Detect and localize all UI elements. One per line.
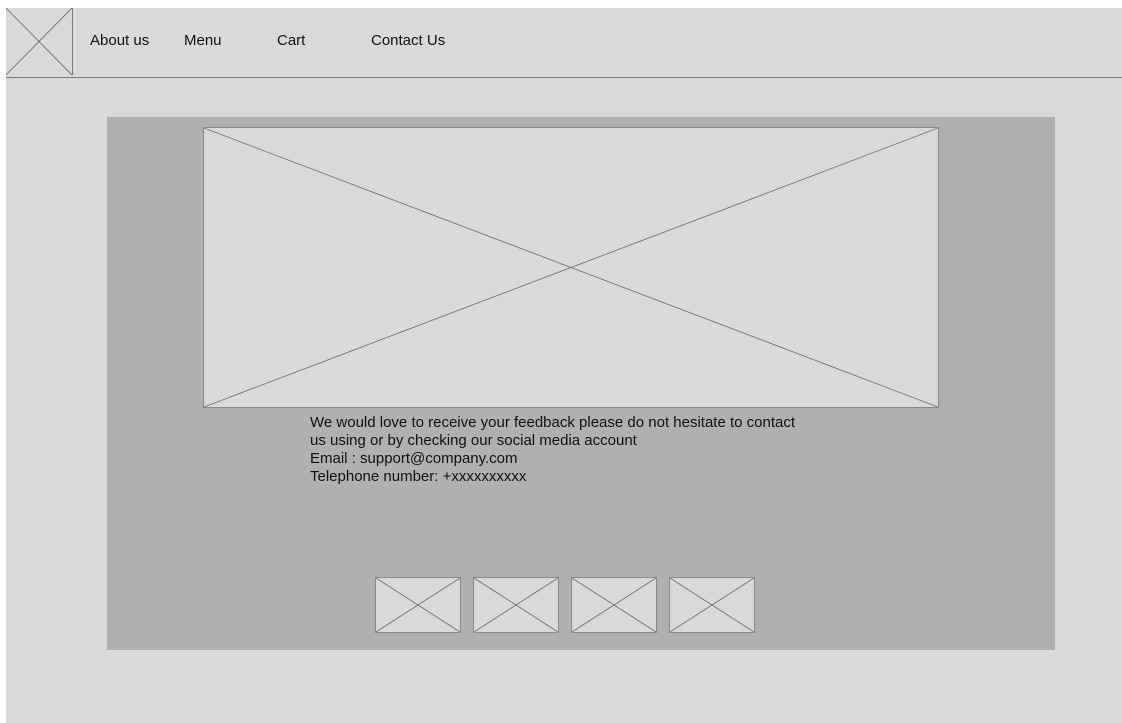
social-media-icon-3[interactable] <box>571 577 657 633</box>
email-text: Email : support@company.com <box>310 450 518 467</box>
feedback-text-line-2: us using or by checking our social media… <box>310 432 637 449</box>
feedback-text-line-1: We would love to receive your feedback p… <box>310 414 796 431</box>
logo-cross-lines <box>6 8 72 75</box>
social-media-icon-2[interactable] <box>473 577 559 633</box>
nav-about-us[interactable]: About us <box>90 32 149 50</box>
social-media-icon-4[interactable] <box>669 577 755 633</box>
nav-contact-us[interactable]: Contact Us <box>371 32 445 50</box>
hero-image-placeholder-icon <box>203 127 939 408</box>
social-media-links <box>375 577 755 633</box>
nav-menu[interactable]: Menu <box>184 32 222 50</box>
social-media-icon-1[interactable] <box>375 577 461 633</box>
social-icon-4-cross-lines <box>670 578 754 632</box>
hero-cross-lines <box>204 128 938 407</box>
page: About us Menu Cart Contact Us We would l… <box>6 8 1122 723</box>
social-icon-2-cross-lines <box>474 578 558 632</box>
header: About us Menu Cart Contact Us <box>6 8 1122 78</box>
contact-info: We would love to receive your feedback p… <box>310 414 870 486</box>
social-icon-3-cross-lines <box>572 578 656 632</box>
contact-panel: We would love to receive your feedback p… <box>107 117 1055 650</box>
social-icon-1-cross-lines <box>376 578 460 632</box>
logo-placeholder-icon[interactable] <box>6 8 73 75</box>
telephone-text: Telephone number: +xxxxxxxxxx <box>310 468 527 485</box>
nav-cart[interactable]: Cart <box>277 32 305 50</box>
